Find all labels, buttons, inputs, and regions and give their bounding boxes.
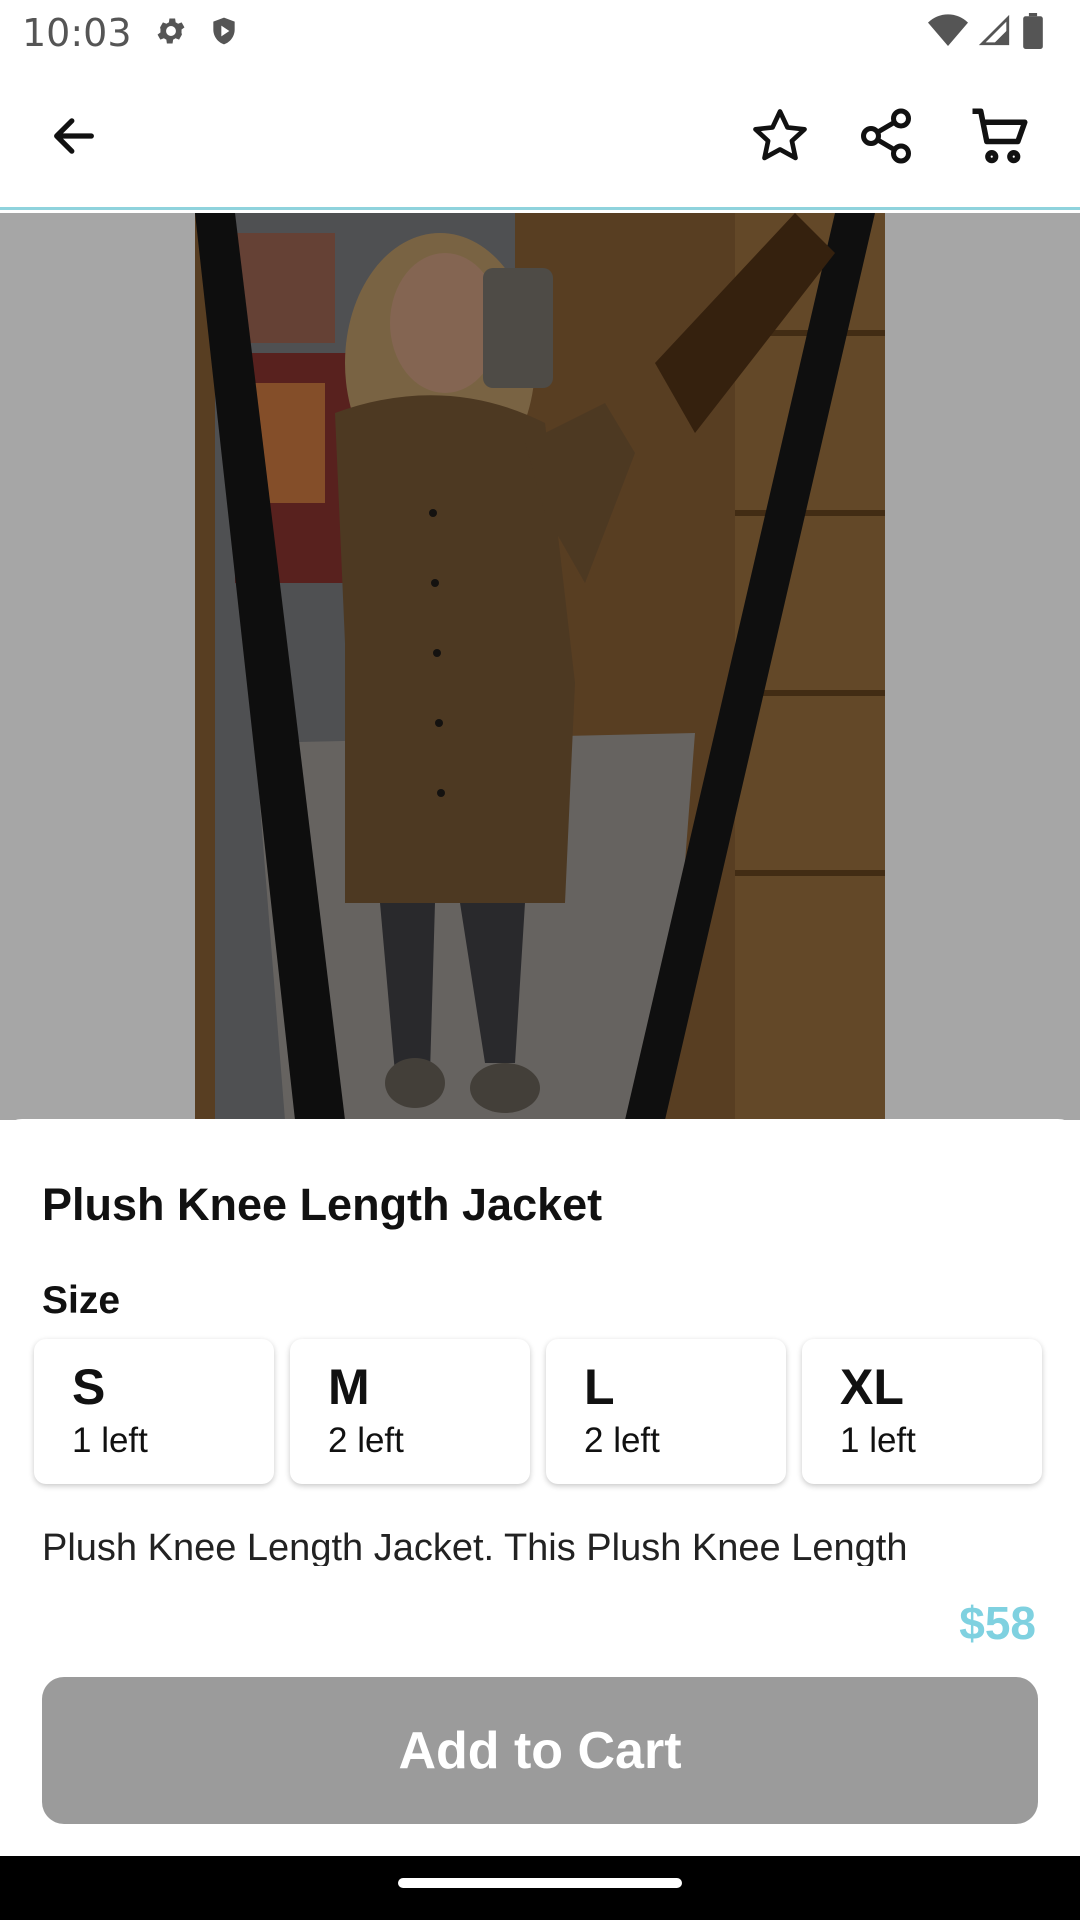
size-name: M bbox=[328, 1359, 370, 1415]
size-options: S 1 left M 2 left L 2 left XL 1 left bbox=[34, 1339, 1042, 1484]
product-details-sheet: Plush Knee Length Jacket Size S 1 left M… bbox=[0, 1119, 1080, 1569]
product-photo-illustration bbox=[195, 213, 885, 1120]
status-time: 10:03 bbox=[22, 11, 132, 55]
favorite-button[interactable] bbox=[744, 102, 816, 174]
size-stock: 1 left bbox=[840, 1421, 916, 1460]
size-stock: 2 left bbox=[584, 1421, 660, 1460]
status-bar: 10:03 bbox=[0, 0, 1080, 66]
size-option-s[interactable]: S 1 left bbox=[34, 1339, 274, 1484]
purchase-footer: $58 Add to Cart bbox=[0, 1566, 1080, 1856]
wifi-icon bbox=[928, 13, 968, 53]
product-title: Plush Knee Length Jacket bbox=[42, 1179, 603, 1230]
app-bar bbox=[0, 66, 1080, 210]
size-option-l[interactable]: L 2 left bbox=[546, 1339, 786, 1484]
home-gesture-handle[interactable] bbox=[398, 1878, 682, 1888]
share-icon bbox=[856, 106, 916, 171]
product-image-area bbox=[0, 213, 1080, 1120]
back-button[interactable] bbox=[38, 102, 110, 174]
share-button[interactable] bbox=[850, 102, 922, 174]
size-option-xl[interactable]: XL 1 left bbox=[802, 1339, 1042, 1484]
product-description: Plush Knee Length Jacket. This Plush Kne… bbox=[42, 1527, 908, 1569]
size-name: XL bbox=[840, 1359, 904, 1415]
size-name: S bbox=[72, 1359, 106, 1415]
system-navigation-bar bbox=[0, 1856, 1080, 1920]
cart-button[interactable] bbox=[964, 102, 1036, 174]
signal-icon bbox=[978, 14, 1012, 53]
size-stock: 2 left bbox=[328, 1421, 404, 1460]
star-icon bbox=[749, 105, 811, 172]
cart-icon bbox=[967, 103, 1033, 174]
battery-icon bbox=[1022, 12, 1044, 54]
size-option-m[interactable]: M 2 left bbox=[290, 1339, 530, 1484]
size-name: L bbox=[584, 1359, 615, 1415]
product-photo[interactable] bbox=[195, 213, 885, 1120]
size-stock: 1 left bbox=[72, 1421, 148, 1460]
size-label: Size bbox=[42, 1279, 121, 1322]
shield-icon bbox=[208, 14, 240, 53]
back-arrow-icon bbox=[48, 110, 100, 167]
status-right-icons bbox=[928, 12, 1058, 54]
product-price: $58 bbox=[959, 1597, 1036, 1649]
status-left-icons bbox=[154, 14, 240, 53]
settings-icon bbox=[154, 14, 188, 53]
add-to-cart-button[interactable]: Add to Cart bbox=[42, 1677, 1038, 1824]
